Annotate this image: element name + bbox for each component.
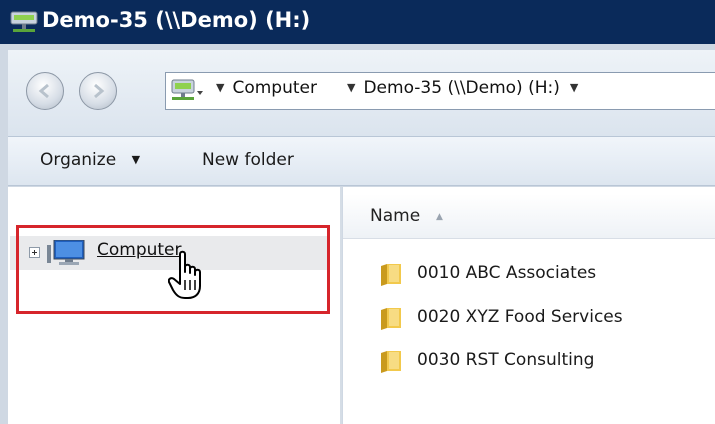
list-item[interactable]: 0010 ABC Associates — [378, 260, 708, 290]
dropdown-icon: ▼ — [216, 81, 225, 94]
hand-cursor-icon — [168, 250, 201, 299]
dropdown-icon: ▼ — [569, 81, 579, 94]
folder-icon — [381, 308, 401, 330]
list-item[interactable]: 0030 RST Consulting — [378, 347, 708, 377]
network-drive-icon — [10, 11, 38, 32]
back-icon — [38, 83, 49, 99]
folder-icon — [381, 351, 401, 373]
network-drive-icon — [171, 79, 203, 100]
window-title: Demo-35 (\\Demo) (H:) — [42, 8, 311, 32]
forward-icon — [94, 83, 105, 99]
pane-splitter[interactable] — [340, 187, 342, 424]
column-header-label: Name — [370, 206, 421, 226]
forward-button[interactable] — [79, 72, 117, 110]
file-name: 0020 XYZ Food Services — [417, 307, 623, 327]
sort-icon: ▲ — [436, 212, 443, 222]
folder-icon — [381, 264, 401, 286]
dropdown-icon: ▼ — [347, 81, 356, 94]
dropdown-icon: ▼ — [131, 153, 141, 166]
file-name: 0030 RST Consulting — [417, 350, 595, 370]
list-item[interactable]: 0020 XYZ Food Services — [378, 304, 708, 334]
file-name: 0010 ABC Associates — [417, 263, 597, 283]
breadcrumb-drive[interactable]: ▼ Demo-35 (\\Demo) (H:) ▼ — [347, 78, 586, 98]
back-button[interactable] — [26, 72, 64, 110]
organize-button[interactable]: Organize ▼ — [40, 150, 140, 170]
new-folder-button[interactable]: New folder — [202, 150, 294, 170]
breadcrumb-computer[interactable]: ▼ Computer — [216, 78, 317, 98]
title-bar: Demo-35 (\\Demo) (H:) — [0, 0, 715, 44]
